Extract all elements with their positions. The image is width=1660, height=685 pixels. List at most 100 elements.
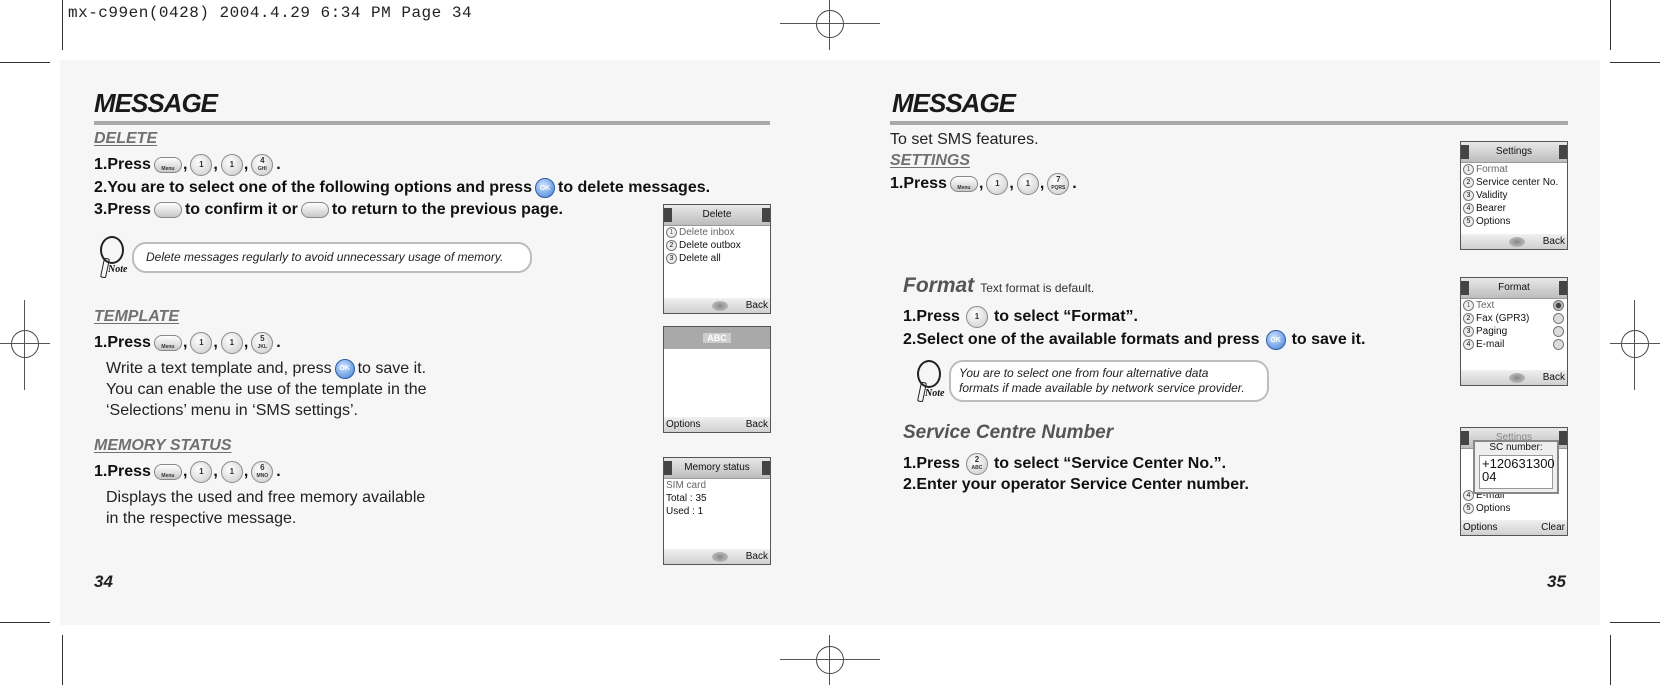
key-1-icon: 1 bbox=[220, 332, 243, 354]
registration-line bbox=[24, 300, 25, 390]
delete-step-1: 1.Press Menu, 1, 1, 4 GHI. bbox=[94, 154, 281, 176]
nav-key-icon bbox=[1508, 236, 1525, 247]
screen-title: Memory status bbox=[664, 458, 770, 479]
registration-line bbox=[829, 0, 830, 50]
sc-number-popup: SC number: +120631300 04 bbox=[1473, 440, 1559, 494]
key-1-icon: 1 bbox=[220, 154, 243, 176]
registration-mark bbox=[816, 646, 844, 674]
title-rule-right bbox=[890, 121, 1568, 125]
registration-line bbox=[780, 23, 880, 24]
screen-item: 1 Format bbox=[1461, 163, 1567, 176]
page-number-left: 34 bbox=[94, 572, 113, 591]
template-step-1: 1.Press Menu, 1, 1, 5 JKL. bbox=[94, 332, 281, 354]
key-4-icon: 4 GHI bbox=[251, 154, 274, 176]
note-text: You are to select one from four alternat… bbox=[949, 360, 1269, 402]
menu-key-icon: Menu bbox=[153, 464, 182, 480]
print-slug: mx-c99en(0428) 2004.4.29 6:34 PM Page 34 bbox=[68, 4, 473, 22]
service-centre-heading: Service Centre Number bbox=[903, 422, 1114, 443]
key-1-icon: 1 bbox=[220, 461, 243, 483]
screen-item: 4 Bearer bbox=[1461, 202, 1567, 215]
spread-background bbox=[60, 60, 1600, 625]
key-2-icon: 2 ABC bbox=[965, 453, 988, 475]
radio-icon bbox=[1553, 326, 1564, 337]
note-magnifier-icon: Note bbox=[96, 236, 128, 279]
screen-title: Delete bbox=[664, 205, 770, 226]
section-heading-settings: SETTINGS bbox=[890, 152, 971, 169]
sc-number-field[interactable]: +120631300 04 bbox=[1479, 455, 1555, 489]
screen-service-centre: Settings 4 E-mail 5 Options SC number: +12… bbox=[1460, 427, 1568, 536]
screen-item: 5 Options bbox=[1461, 502, 1567, 515]
soft-key-bar: Options Clear bbox=[1461, 520, 1567, 535]
memory-desc: Displays the used and free memory availa… bbox=[106, 489, 426, 527]
popup-label: SC number: bbox=[1489, 442, 1543, 453]
screen-item: 3 Delete all bbox=[664, 252, 770, 265]
ok-key-icon: OK bbox=[534, 178, 555, 198]
page-title-left: MESSAGE bbox=[94, 88, 218, 118]
screen-item: 4 E-mail bbox=[1461, 338, 1567, 351]
trim-mark bbox=[62, 0, 63, 50]
screen-item: 1 Delete inbox bbox=[664, 226, 770, 239]
screen-line: Used : 1 bbox=[666, 506, 704, 517]
settings-step-1: 1.Press Menu, 1, 1, 7 PQRS. bbox=[890, 173, 1077, 195]
menu-key-icon: Menu bbox=[153, 157, 182, 173]
screen-template: ABC Options Back bbox=[663, 326, 771, 433]
soft-key-bar: Back bbox=[664, 298, 770, 313]
radio-icon bbox=[1553, 313, 1564, 324]
menu-key-icon: Menu bbox=[949, 176, 978, 192]
service-step-2: 2.Enter your operator Service Center num… bbox=[903, 476, 1249, 493]
registration-mark bbox=[11, 330, 39, 358]
screen-line: Total : 35 bbox=[666, 493, 707, 504]
radio-selected-icon bbox=[1553, 300, 1564, 311]
page-number-right: 35 bbox=[1547, 572, 1566, 591]
intro-text: To set SMS features. bbox=[890, 131, 1039, 148]
nav-key-icon bbox=[711, 300, 728, 311]
registration-mark bbox=[1621, 330, 1649, 358]
soft-key-bar: Back bbox=[1461, 234, 1567, 249]
screen-delete: Delete 1 Delete inbox 2 Delete outbox 3 Del… bbox=[663, 204, 771, 314]
screen-line: SIM card bbox=[666, 480, 707, 491]
ok-key-icon: OK bbox=[334, 358, 355, 379]
screen-item: 2 Service center No. bbox=[1461, 176, 1567, 189]
format-heading: Format Text format is default. bbox=[903, 274, 1095, 297]
delete-step-2: 2.You are to select one of the following… bbox=[94, 178, 711, 198]
screen-format: Format 1 Text 2 Fax (GPR3) 3 Paging 4 E-mail… bbox=[1460, 277, 1568, 386]
soft-key-bar: Options Back bbox=[664, 417, 770, 432]
screen-settings: Settings 1 Format 2 Service center No. 3 Va… bbox=[1460, 141, 1568, 250]
screen-item: 2 Delete outbox bbox=[664, 239, 770, 252]
key-1-icon: 1 bbox=[190, 154, 213, 176]
note-text: Delete messages regularly to avoid unnec… bbox=[132, 241, 532, 273]
trim-mark bbox=[62, 635, 63, 685]
registration-mark bbox=[816, 10, 844, 38]
screen-title: Settings bbox=[1461, 142, 1567, 163]
soft-key-bar: Back bbox=[1461, 370, 1567, 385]
note-format: Note You are to select one from four alt… bbox=[913, 360, 1269, 403]
radio-icon bbox=[1553, 339, 1564, 350]
memory-step-1: 1.Press Menu, 1, 1, 6 MNO. bbox=[94, 461, 281, 483]
key-1-icon: 1 bbox=[1016, 173, 1039, 195]
service-step-1: 1.Press 2 ABC to select “Service Center N… bbox=[903, 453, 1226, 475]
registration-line bbox=[1610, 343, 1660, 344]
screen-item: 1 Text bbox=[1461, 299, 1567, 312]
trim-mark bbox=[1610, 622, 1660, 623]
left-soft-key-icon bbox=[153, 202, 182, 218]
title-rule-left bbox=[94, 121, 770, 125]
section-heading-template: TEMPLATE bbox=[94, 308, 180, 325]
screen-item: 5 Options bbox=[1461, 215, 1567, 228]
trim-mark bbox=[1610, 635, 1611, 685]
nav-key-icon bbox=[1508, 372, 1525, 383]
step-text: 1.Press bbox=[94, 156, 151, 173]
screen-item: 2 Fax (GPR3) bbox=[1461, 312, 1567, 325]
template-desc: Write a text template and, press OK to sav… bbox=[106, 358, 427, 419]
key-1-icon: 1 bbox=[986, 173, 1009, 195]
key-5-icon: 5 JKL bbox=[251, 332, 274, 354]
screen-item: 3 Validity bbox=[1461, 189, 1567, 202]
format-step-2: 2.Select one of the available formats an… bbox=[903, 330, 1366, 350]
registration-line bbox=[829, 635, 830, 685]
registration-line bbox=[780, 659, 880, 660]
trim-mark bbox=[1610, 0, 1611, 50]
note-magnifier-icon: Note bbox=[913, 360, 945, 403]
screen-title: Format bbox=[1461, 278, 1567, 299]
key-1-icon: 1 bbox=[190, 461, 213, 483]
key-1-icon: 1 bbox=[190, 332, 213, 354]
trim-mark bbox=[0, 62, 50, 63]
